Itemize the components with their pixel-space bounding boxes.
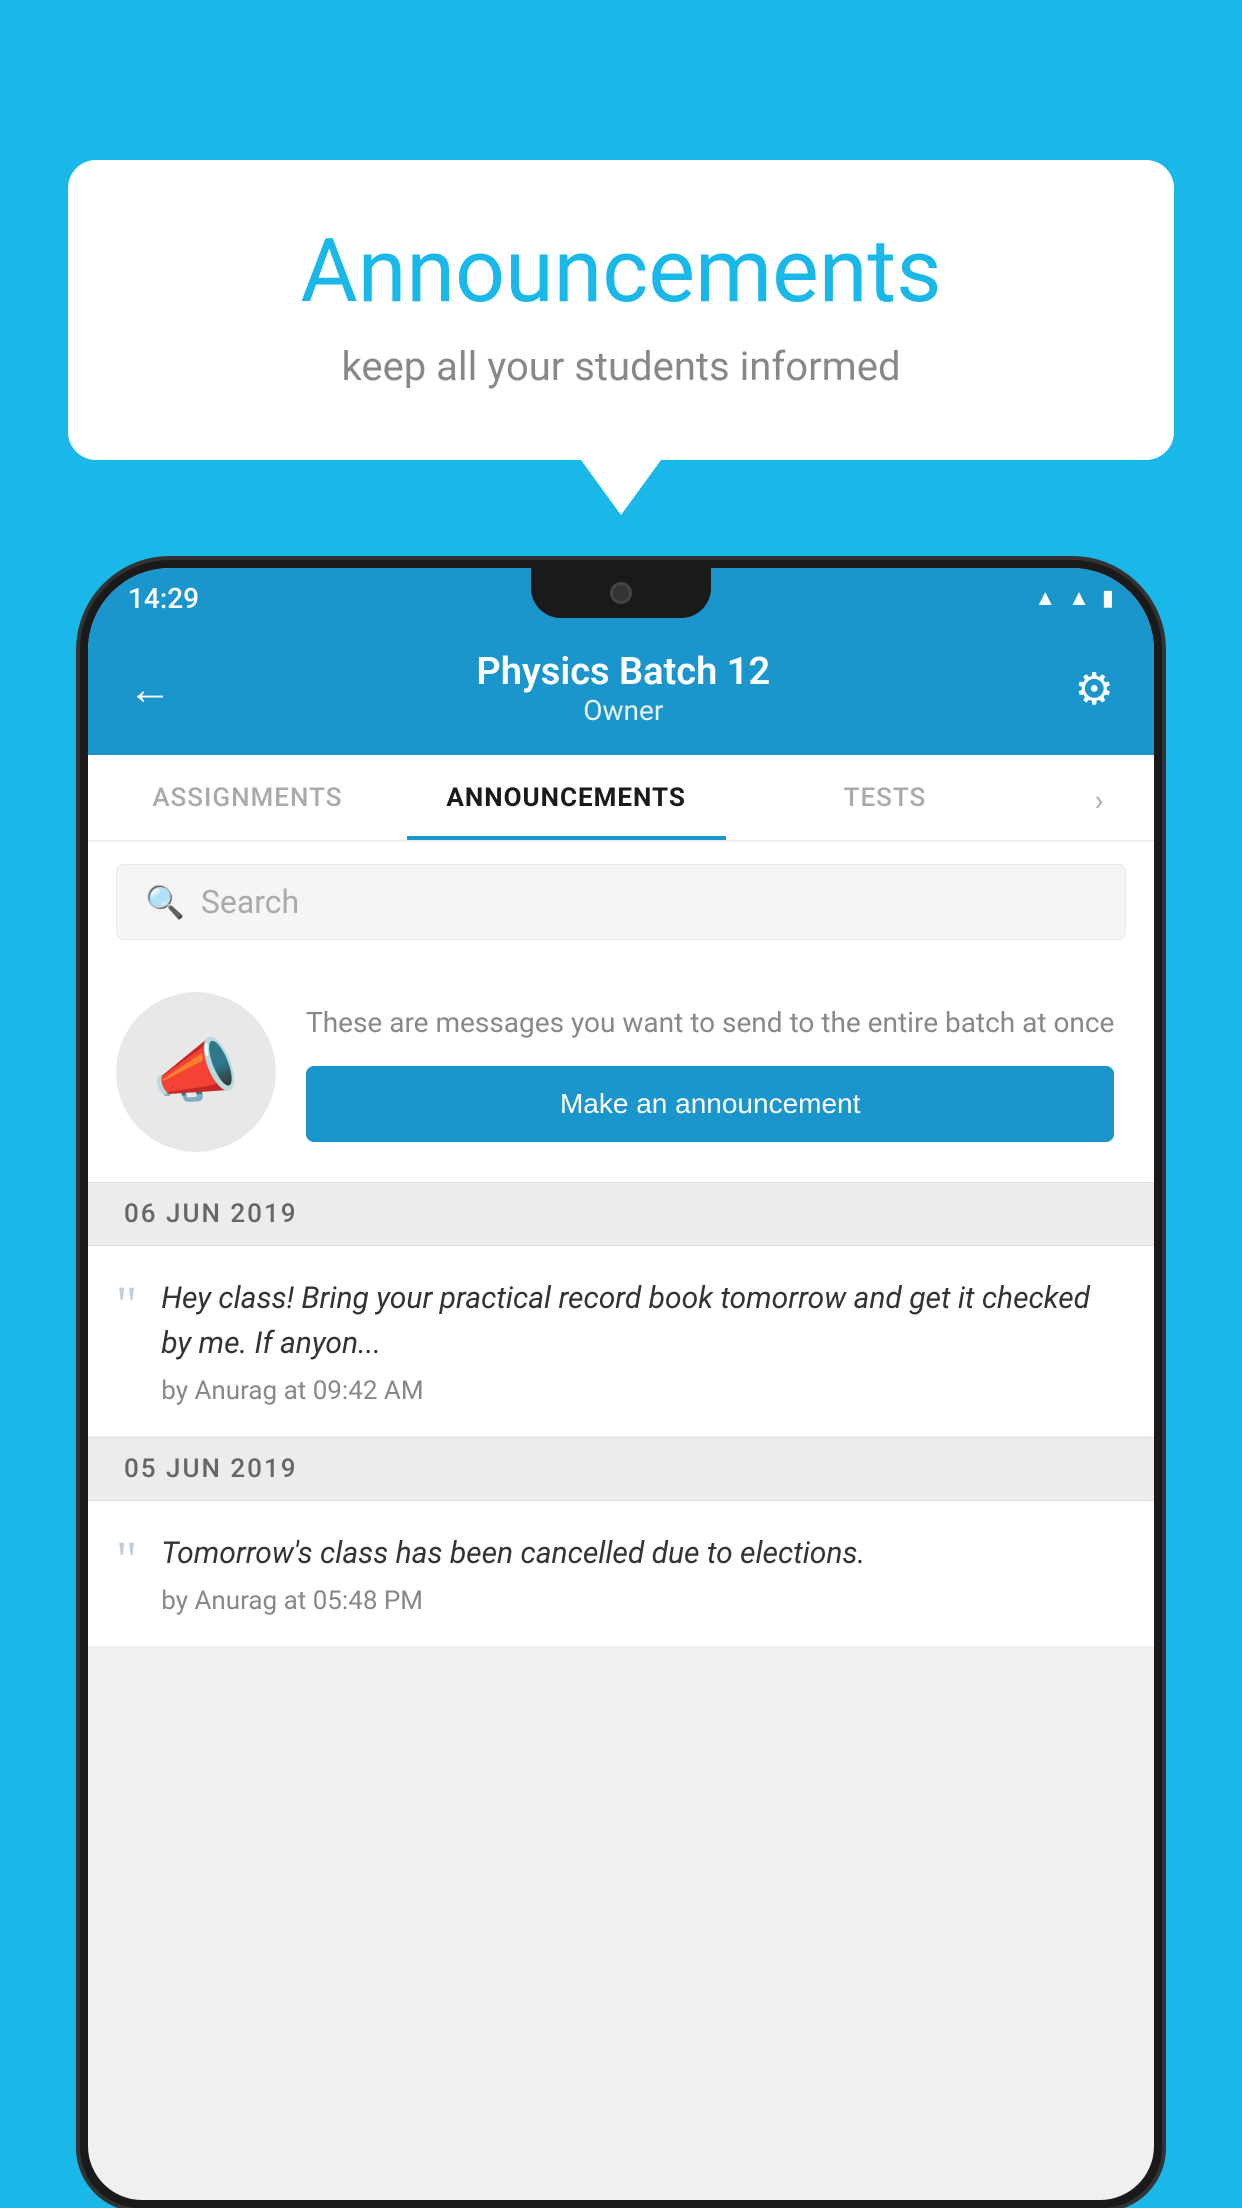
announcement-prompt-right: These are messages you want to send to t… [306,1002,1114,1142]
quote-icon-1: " [116,1280,137,1332]
back-button[interactable]: ← [128,663,172,715]
speech-bubble-tail [581,460,661,515]
status-time: 14:29 [128,582,199,615]
date-divider-1: 06 JUN 2019 [88,1182,1154,1246]
announcement-text-1: Hey class! Bring your practical record b… [161,1276,1126,1366]
battery-icon: ▮ [1102,586,1114,611]
tab-assignments[interactable]: ASSIGNMENTS [88,755,407,840]
search-placeholder: Search [201,883,299,921]
tabs-bar: ASSIGNMENTS ANNOUNCEMENTS TESTS › [88,755,1154,842]
speech-bubble-subtitle: keep all your students informed [148,343,1094,390]
camera-dot [610,582,632,604]
announcement-text-2: Tomorrow's class has been cancelled due … [161,1531,865,1576]
phone-frame: 14:29 ▲ ▲ ▮ ← Physics Batch 12 Owner ⚙ A… [80,560,1162,2208]
announcement-prompt-text: These are messages you want to send to t… [306,1002,1114,1044]
quote-icon-2: " [116,1535,137,1587]
header-center: Physics Batch 12 Owner [476,650,770,727]
search-icon: 🔍 [145,883,185,921]
phone-content: 🔍 Search 📣 These are messages you want t… [88,842,1154,1647]
announcement-content-1: Hey class! Bring your practical record b… [161,1276,1126,1406]
announcement-by-2: by Anurag at 05:48 PM [161,1586,865,1616]
app-header: ← Physics Batch 12 Owner ⚙ [88,628,1154,755]
announcement-prompt: 📣 These are messages you want to send to… [88,962,1154,1182]
megaphone-icon: 📣 [152,1031,239,1113]
speech-bubble: Announcements keep all your students inf… [68,160,1174,460]
announcement-by-1: by Anurag at 09:42 AM [161,1376,1126,1406]
announcement-item-1[interactable]: " Hey class! Bring your practical record… [88,1246,1154,1437]
phone-notch [531,568,711,618]
header-title: Physics Batch 12 [476,650,770,694]
search-bar[interactable]: 🔍 Search [116,864,1126,940]
status-icons: ▲ ▲ ▮ [1034,585,1114,611]
speech-bubble-container: Announcements keep all your students inf… [68,160,1174,515]
settings-icon[interactable]: ⚙ [1075,663,1114,715]
speech-bubble-title: Announcements [148,220,1094,323]
tab-announcements[interactable]: ANNOUNCEMENTS [407,755,726,840]
signal-icon: ▲ [1068,585,1090,611]
announcement-icon-circle: 📣 [116,992,276,1152]
wifi-icon: ▲ [1034,585,1056,611]
make-announcement-button[interactable]: Make an announcement [306,1066,1114,1142]
announcement-item-2[interactable]: " Tomorrow's class has been cancelled du… [88,1501,1154,1647]
phone-inner: 14:29 ▲ ▲ ▮ ← Physics Batch 12 Owner ⚙ A… [88,568,1154,2200]
announcement-content-2: Tomorrow's class has been cancelled due … [161,1531,865,1616]
tab-more[interactable]: › [1044,755,1154,840]
header-subtitle: Owner [476,694,770,727]
tab-tests[interactable]: TESTS [726,755,1045,840]
date-divider-2: 05 JUN 2019 [88,1437,1154,1501]
